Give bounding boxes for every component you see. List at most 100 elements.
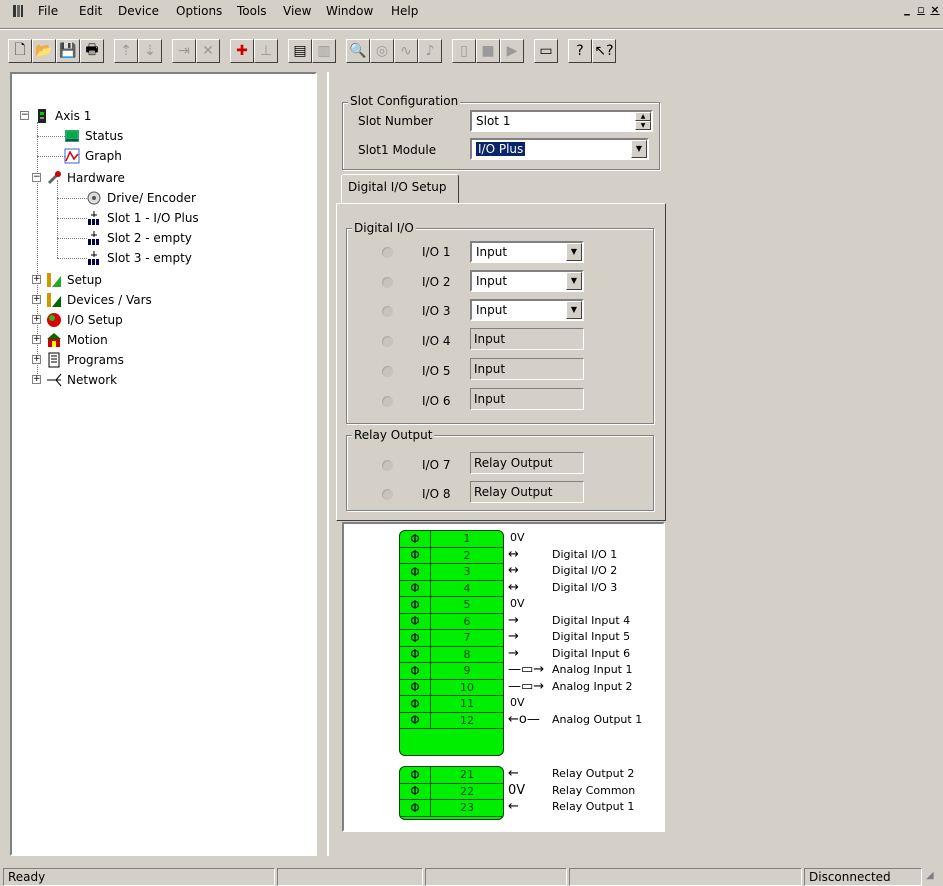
terminal-row: Φ 23 — [400, 800, 503, 817]
slot-number-spinner[interactable]: Slot 1 ▲ ▼ — [470, 110, 653, 132]
tab-digital-io-setup[interactable]: Digital I/O Setup — [341, 174, 459, 204]
devices-icon — [46, 292, 62, 308]
terminal-screw-icon: Φ — [410, 647, 420, 662]
axis-icon[interactable]: ⊥ — [254, 39, 278, 63]
io-3-mode-select[interactable]: Input ▼ — [470, 299, 584, 321]
tree-node-devices-vars[interactable]: Devices / Vars — [46, 291, 152, 309]
terminal-wiring-diagram: Φ 1 Φ 2 Φ 3 Φ 4 Φ 5 Φ 6 Φ 7 Φ 8 Φ 9 Φ 10 Φ 11 Φ 12 Φ 21 Φ 22 Φ 23 0V… — [342, 522, 665, 832]
target-icon[interactable]: ◎ — [370, 39, 394, 63]
spin-up-button[interactable]: ▲ — [635, 112, 651, 121]
restore-button[interactable]: ▫ — [914, 3, 928, 17]
signal-direction-icon: ← — [508, 799, 519, 814]
expand-setup[interactable]: + — [32, 275, 41, 284]
io-7-led — [382, 460, 393, 471]
tree-label: Slot 3 - empty — [107, 251, 192, 265]
io-2-mode-value: Input — [476, 274, 508, 288]
terminal-row: Φ4 — [400, 580, 503, 597]
tree-node-hardware[interactable]: Hardware — [46, 169, 125, 187]
tune-icon[interactable]: ♪ — [418, 39, 442, 63]
expand-devices[interactable]: + — [32, 295, 41, 304]
stop-icon[interactable]: ▯ — [452, 39, 476, 63]
menu-file[interactable]: File — [38, 4, 58, 18]
step-icon[interactable]: ▶ — [500, 39, 524, 63]
zoom-icon[interactable]: 🔍 — [346, 39, 370, 63]
io-1-mode-select[interactable]: Input ▼ — [470, 241, 584, 263]
status-icon — [64, 128, 80, 144]
pane-splitter[interactable] — [319, 72, 325, 856]
expand-motion[interactable]: + — [32, 335, 41, 344]
graph-icon — [64, 148, 80, 164]
expand-programs[interactable]: + — [32, 355, 41, 364]
menu-help[interactable]: Help — [391, 4, 418, 18]
add-axis-icon[interactable]: ✚ — [230, 39, 254, 63]
connection-status: Disconnected — [804, 868, 922, 886]
terminal-pin-number: 8 — [430, 646, 503, 662]
minimize-button[interactable]: _ — [900, 3, 914, 17]
digital-io-title: Digital I/O — [352, 221, 416, 235]
chevron-down-icon[interactable]: ▼ — [566, 243, 582, 261]
menu-window[interactable]: Window — [326, 4, 373, 18]
expand-io-setup[interactable]: + — [32, 315, 41, 324]
run-icon[interactable]: ■ — [476, 39, 500, 63]
slot-module-label: Slot1 Module — [358, 143, 437, 157]
spinner-buttons[interactable]: ▲ ▼ — [635, 112, 651, 130]
signal-direction-icon: ↔ — [508, 563, 519, 578]
io-module-icon — [86, 250, 102, 266]
slot-number-value: Slot 1 — [476, 114, 511, 128]
tree-node-graph[interactable]: Graph — [64, 147, 122, 165]
status-pane-3 — [425, 868, 567, 886]
menu-tools[interactable]: Tools — [237, 4, 267, 18]
download-icon[interactable]: ⇣ — [138, 39, 162, 63]
tree-node-slot-3[interactable]: Slot 3 - empty — [86, 249, 192, 267]
tree-label: Setup — [67, 273, 102, 287]
tree-label: Axis 1 — [55, 109, 92, 123]
upload-icon[interactable]: ⇡ — [114, 39, 138, 63]
menu-edit[interactable]: Edit — [79, 4, 102, 18]
terminal-block-2: Φ 21 Φ 22 Φ 23 — [399, 766, 504, 820]
tree-node-io-setup[interactable]: I/O Setup — [46, 311, 123, 329]
io-6-label: I/O 6 — [422, 394, 451, 408]
tree-node-drive-encoder[interactable]: Drive/ Encoder — [86, 189, 196, 207]
project-tree[interactable]: − Axis 1 Status Graph − Hardware Drive/ … — [10, 72, 317, 856]
open-folder-icon[interactable]: 📂 — [32, 39, 56, 63]
new-document-icon[interactable]: 🗋 — [8, 39, 32, 63]
menu-options[interactable]: Options — [176, 4, 222, 18]
chevron-down-icon[interactable]: ▼ — [566, 301, 582, 319]
save-icon[interactable]: 💾 — [56, 39, 80, 63]
io-4-label: I/O 4 — [422, 334, 451, 348]
slot-module-select[interactable]: I/O Plus ▼ — [470, 138, 649, 160]
disconnect-icon[interactable]: ✕ — [196, 39, 220, 63]
tree-node-slot-1[interactable]: Slot 1 - I/O Plus — [86, 209, 199, 227]
print-icon[interactable]: 🖶 — [80, 39, 104, 63]
menu-device[interactable]: Device — [118, 4, 159, 18]
tree-node-slot-2[interactable]: Slot 2 - empty — [86, 229, 192, 247]
program-list-icon[interactable]: ▥ — [312, 39, 336, 63]
app-icon[interactable] — [12, 4, 24, 18]
expand-network[interactable]: + — [32, 375, 41, 384]
tree-label: Slot 2 - empty — [107, 231, 192, 245]
collapse-axis-1[interactable]: − — [20, 111, 29, 120]
tree-label: Network — [67, 373, 118, 387]
window-icon[interactable]: ▭ — [534, 39, 558, 63]
help-icon[interactable]: ? — [568, 39, 592, 63]
spin-down-button[interactable]: ▼ — [635, 121, 651, 130]
context-help-icon[interactable]: ↖? — [592, 39, 616, 63]
terminal-screw-icon: Φ — [410, 548, 420, 563]
tree-node-programs[interactable]: Programs — [46, 351, 124, 369]
chevron-down-icon[interactable]: ▼ — [631, 140, 647, 158]
oscilloscope-icon[interactable]: ∿ — [394, 39, 418, 63]
tree-node-motion[interactable]: Motion — [46, 331, 108, 349]
collapse-hardware[interactable]: − — [32, 173, 41, 182]
resize-grip-icon[interactable]: ◢ — [926, 870, 940, 884]
close-button[interactable]: × — [928, 3, 942, 17]
tree-node-setup[interactable]: Setup — [46, 271, 102, 289]
chevron-down-icon[interactable]: ▼ — [566, 272, 582, 290]
tree-node-network[interactable]: Network — [46, 371, 117, 389]
program-icon[interactable]: ▤ — [288, 39, 312, 63]
tree-node-axis-1[interactable]: Axis 1 — [34, 107, 91, 125]
terminal-pin-number: 6 — [430, 613, 503, 629]
menu-view[interactable]: View — [283, 4, 311, 18]
tree-node-status[interactable]: Status — [64, 127, 123, 145]
connect-icon[interactable]: ⇥ — [172, 39, 196, 63]
io-2-mode-select[interactable]: Input ▼ — [470, 270, 584, 292]
